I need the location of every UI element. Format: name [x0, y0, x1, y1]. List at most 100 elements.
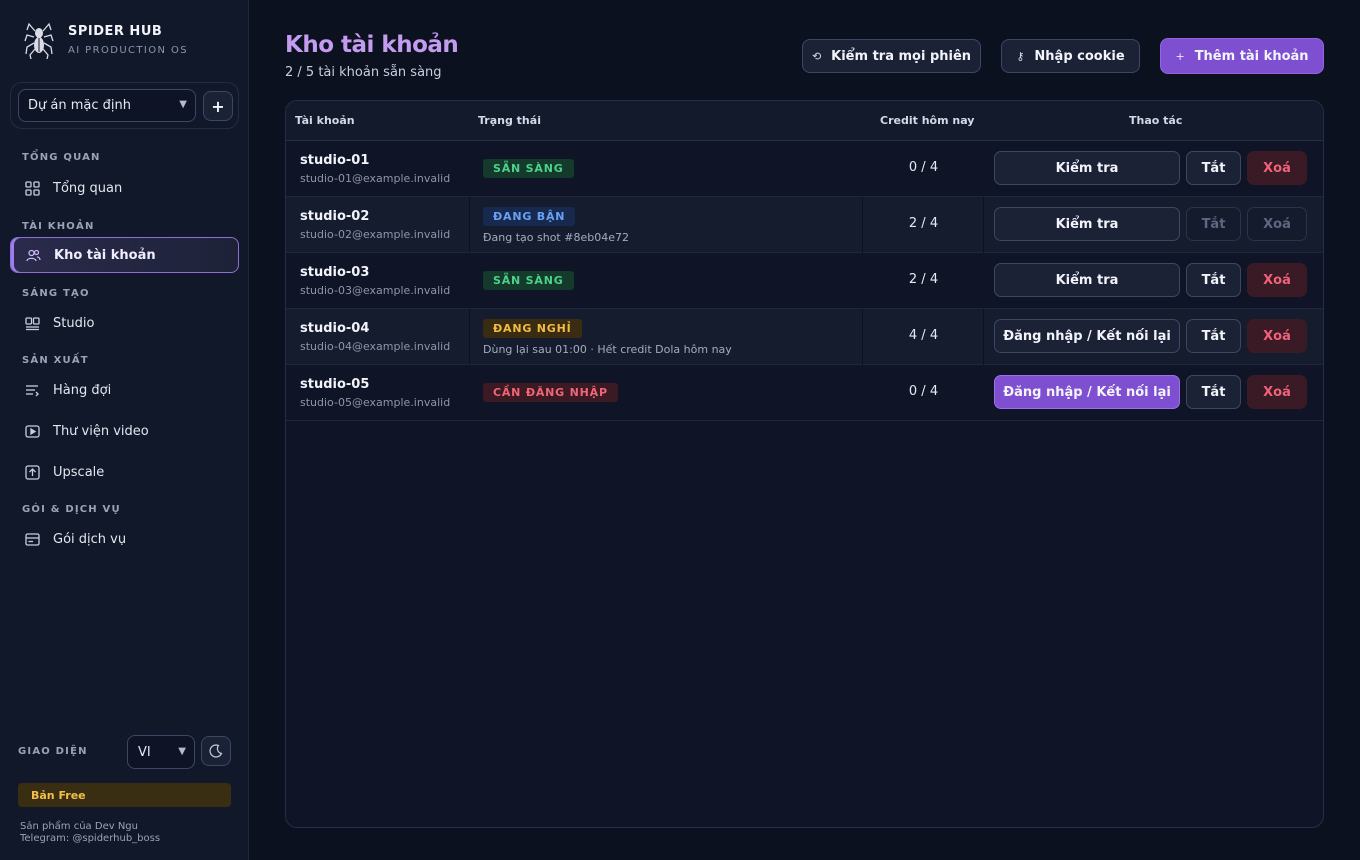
status-badge: SẴN SÀNG: [483, 159, 574, 178]
add-account-button[interactable]: + Thêm tài khoản: [1160, 38, 1324, 74]
plan-badge: Bản Free: [18, 783, 231, 807]
project-select[interactable]: Dự án mặc định ▼: [18, 89, 196, 122]
refresh-icon: ⟲: [811, 49, 822, 63]
cell-divider: [862, 309, 863, 365]
table-row: studio-01 studio-01@example.invalid SẴN …: [286, 141, 1323, 197]
project-picker: Dự án mặc định ▼ +: [10, 82, 239, 129]
credit-line-telegram: Telegram: @spiderhub_boss: [20, 833, 161, 844]
button-label: Thêm tài khoản: [1194, 48, 1309, 64]
cell-divider: [983, 309, 984, 365]
account-name: studio-02: [300, 209, 370, 224]
turn-off-button[interactable]: Tắt: [1186, 319, 1241, 353]
credit-count: 2 / 4: [908, 272, 939, 287]
sidebar-item-label: Tổng quan: [53, 180, 123, 196]
delete-button[interactable]: Xoá: [1247, 207, 1307, 241]
check-all-sessions-button[interactable]: ⟲ Kiểm tra mọi phiên: [802, 39, 981, 73]
status-badge: ĐANG BẬN: [483, 207, 576, 226]
check-button[interactable]: Kiểm tra: [994, 207, 1180, 241]
nav-section-plans: GÓI & DỊCH VỤ: [22, 504, 121, 515]
account-name: studio-01: [300, 153, 370, 168]
language-select[interactable]: VI ▼: [127, 735, 195, 769]
column-header-actions: Thao tác: [1129, 114, 1183, 127]
theme-label: GIAO DIỆN: [18, 746, 88, 757]
credit-count: 0 / 4: [908, 384, 939, 399]
account-email: studio-04@example.invalid: [300, 340, 451, 353]
table-row: studio-05 studio-05@example.invalid CẦN …: [286, 365, 1323, 421]
cell-divider: [469, 309, 470, 365]
table-row: studio-03 studio-03@example.invalid SẴN …: [286, 253, 1323, 309]
credit-count: 4 / 4: [908, 328, 939, 343]
column-header-account: Tài khoản: [295, 114, 355, 127]
check-button[interactable]: Kiểm tra: [994, 263, 1180, 297]
account-email: studio-03@example.invalid: [300, 284, 451, 297]
key-icon: ⚷: [1016, 49, 1025, 63]
upscale-icon: [24, 464, 40, 480]
sidebar-item-overview[interactable]: Tổng quan: [10, 170, 239, 206]
table-row: studio-02 studio-02@example.invalid ĐANG…: [286, 197, 1323, 253]
sidebar-item-label: Hàng đợi: [53, 382, 112, 398]
table-row: studio-04 studio-04@example.invalid ĐANG…: [286, 309, 1323, 365]
add-project-button[interactable]: +: [203, 91, 233, 121]
column-header-status: Trạng thái: [478, 114, 541, 127]
page-title: Kho tài khoản: [285, 32, 459, 58]
chevron-down-icon: ▼: [178, 746, 186, 757]
account-name: studio-03: [300, 265, 370, 280]
brand[interactable]: SPIDER HUB AI PRODUCTION OS: [24, 20, 188, 60]
delete-button[interactable]: Xoá: [1247, 151, 1307, 185]
theme-toggle-button[interactable]: [201, 736, 231, 766]
studio-icon: [24, 315, 40, 331]
page-subtitle: 2 / 5 tài khoản sẵn sàng: [285, 65, 442, 80]
moon-icon: [209, 744, 223, 758]
check-button[interactable]: Kiểm tra: [994, 151, 1180, 185]
cell-divider: [862, 197, 863, 253]
nav-section-create: SÁNG TẠO: [22, 288, 90, 299]
sidebar: SPIDER HUB AI PRODUCTION OS Dự án mặc đị…: [0, 0, 249, 860]
sidebar-item-studio[interactable]: Studio: [10, 305, 239, 341]
sidebar-item-label: Kho tài khoản: [54, 247, 156, 263]
delete-button[interactable]: Xoá: [1247, 319, 1307, 353]
delete-button[interactable]: Xoá: [1247, 375, 1307, 409]
turn-off-button[interactable]: Tắt: [1186, 375, 1241, 409]
account-email: studio-01@example.invalid: [300, 172, 451, 185]
credit-line-author: Sản phẩm của Dev Ngu: [20, 821, 138, 832]
turn-off-button[interactable]: Tắt: [1186, 263, 1241, 297]
brand-tagline: AI PRODUCTION OS: [68, 45, 189, 56]
accounts-table: Tài khoản Trạng thái Credit hôm nay Thao…: [285, 100, 1324, 828]
delete-button[interactable]: Xoá: [1247, 263, 1307, 297]
sidebar-item-upscale[interactable]: Upscale: [10, 454, 239, 490]
turn-off-button[interactable]: Tắt: [1186, 207, 1241, 241]
language-value: VI: [138, 744, 151, 760]
reconnect-button[interactable]: Đăng nhập / Kết nối lại: [994, 319, 1180, 353]
grid-icon: [24, 180, 40, 196]
sidebar-item-library[interactable]: Thư viện video: [10, 413, 239, 449]
status-badge: ĐANG NGHỈ: [483, 319, 582, 338]
button-label: Kiểm tra mọi phiên: [831, 48, 972, 64]
button-label: Nhập cookie: [1034, 48, 1125, 64]
import-cookie-button[interactable]: ⚷ Nhập cookie: [1001, 39, 1140, 73]
chevron-down-icon: ▼: [179, 99, 187, 110]
sidebar-item-label: Thư viện video: [53, 423, 149, 439]
users-icon: [25, 247, 41, 263]
account-name: studio-05: [300, 377, 370, 392]
account-name: studio-04: [300, 321, 370, 336]
status-badge: CẦN ĐĂNG NHẬP: [483, 383, 618, 402]
column-header-credit: Credit hôm nay: [880, 114, 975, 127]
plus-icon: +: [1175, 49, 1185, 63]
sidebar-item-accounts[interactable]: Kho tài khoản: [10, 237, 239, 273]
account-email: studio-05@example.invalid: [300, 396, 451, 409]
credit-count: 0 / 4: [908, 160, 939, 175]
sidebar-item-label: Upscale: [53, 464, 105, 480]
sidebar-item-queue[interactable]: Hàng đợi: [10, 372, 239, 408]
sidebar-item-label: Gói dịch vụ: [53, 531, 127, 547]
reconnect-button[interactable]: Đăng nhập / Kết nối lại: [994, 375, 1180, 409]
sidebar-item-plans[interactable]: Gói dịch vụ: [10, 521, 239, 557]
status-note: Đang tạo shot #8eb04e72: [483, 231, 629, 244]
queue-icon: [24, 382, 40, 398]
cell-divider: [469, 197, 470, 253]
turn-off-button[interactable]: Tắt: [1186, 151, 1241, 185]
nav-section-production: SẢN XUẤT: [22, 355, 89, 366]
project-select-value: Dự án mặc định: [28, 98, 131, 113]
status-badge: SẴN SÀNG: [483, 271, 574, 290]
credit-count: 2 / 4: [908, 216, 939, 231]
account-email: studio-02@example.invalid: [300, 228, 451, 241]
